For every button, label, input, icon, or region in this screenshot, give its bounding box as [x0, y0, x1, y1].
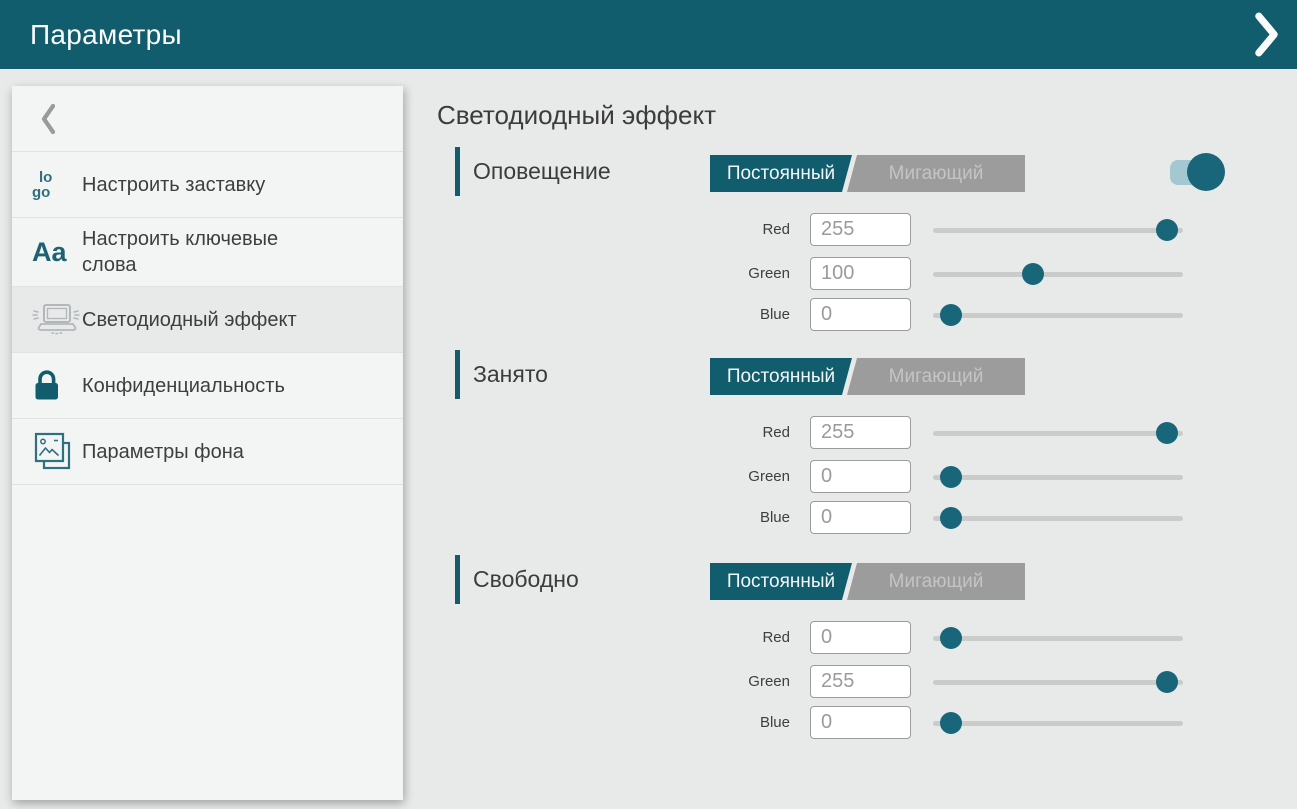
channel-value-input[interactable]	[810, 213, 911, 246]
sidebar-item-label: Настроить заставку	[82, 172, 265, 198]
sidebar-back-button[interactable]	[12, 86, 403, 152]
channel-row: Blue	[437, 501, 1217, 535]
channel-label: Green	[657, 665, 790, 699]
slider-track[interactable]	[933, 721, 1183, 726]
mode-option-blinking[interactable]: Мигающий	[847, 155, 1025, 192]
channel-value-input[interactable]	[810, 665, 911, 698]
led-icon	[32, 302, 82, 338]
channel-row: Blue	[437, 706, 1217, 740]
channel-label: Red	[657, 213, 790, 247]
channel-value-input[interactable]	[810, 416, 911, 449]
slider-thumb[interactable]	[1022, 263, 1044, 285]
header: Параметры	[0, 0, 1297, 69]
section-title: Оповещение	[473, 147, 611, 196]
keywords-icon: Aa	[32, 239, 82, 266]
channel-value-input[interactable]	[810, 298, 911, 331]
channel-row: Red	[437, 213, 1217, 247]
channel-slider[interactable]	[933, 665, 1183, 699]
mode-option-blinking[interactable]: Мигающий	[847, 563, 1025, 600]
slider-track[interactable]	[933, 228, 1183, 233]
led-section: Оповещение Постоянный Мигающий Red Green…	[437, 147, 1297, 347]
toggle-knob	[1187, 153, 1225, 191]
mode-option-constant[interactable]: Постоянный	[710, 563, 852, 600]
channel-value-input[interactable]	[810, 706, 911, 739]
sidebar-item-logo[interactable]: lo go Настроить заставку	[12, 152, 403, 218]
slider-track[interactable]	[933, 475, 1183, 480]
chevron-right-icon[interactable]	[1252, 11, 1282, 58]
slider-thumb[interactable]	[1156, 219, 1178, 241]
mode-option-blinking[interactable]: Мигающий	[847, 358, 1025, 395]
slider-thumb[interactable]	[940, 466, 962, 488]
section-accent-bar	[455, 147, 460, 196]
mode-option-constant[interactable]: Постоянный	[710, 155, 852, 192]
sidebar-item-label: Светодиодный эффект	[82, 307, 297, 333]
sidebar-item-led[interactable]: Светодиодный эффект	[12, 287, 403, 353]
led-section: Свободно Постоянный Мигающий Red Green B…	[437, 555, 1297, 755]
channel-slider[interactable]	[933, 501, 1183, 535]
main-content: Светодиодный эффект Оповещение Постоянны…	[437, 69, 1297, 809]
channel-row: Blue	[437, 298, 1217, 332]
logo-icon: lo go	[32, 170, 82, 200]
sidebar-item-label: Параметры фона	[82, 439, 244, 465]
sidebar-item-keywords[interactable]: Aa Настроить ключевые слова	[12, 218, 403, 287]
sidebar-item-lock[interactable]: Конфиденциальность	[12, 353, 403, 419]
slider-thumb[interactable]	[940, 627, 962, 649]
channel-row: Red	[437, 416, 1217, 450]
channel-label: Blue	[657, 501, 790, 535]
background-icon	[32, 432, 82, 472]
mode-segmented-control: Постоянный Мигающий	[710, 155, 1025, 192]
main-heading: Светодиодный эффект	[437, 100, 716, 131]
channel-row: Green	[437, 460, 1217, 494]
slider-thumb[interactable]	[940, 507, 962, 529]
channel-label: Blue	[657, 706, 790, 740]
channel-value-input[interactable]	[810, 257, 911, 290]
channel-label: Red	[657, 621, 790, 655]
sidebar: lo go Настроить заставку Aa Настроить кл…	[12, 86, 403, 800]
channel-value-input[interactable]	[810, 460, 911, 493]
channel-row: Green	[437, 257, 1217, 291]
slider-thumb[interactable]	[1156, 422, 1178, 444]
channel-slider[interactable]	[933, 706, 1183, 740]
channel-slider[interactable]	[933, 460, 1183, 494]
slider-track[interactable]	[933, 516, 1183, 521]
section-accent-bar	[455, 555, 460, 604]
channel-label: Blue	[657, 298, 790, 332]
channel-label: Green	[657, 257, 790, 291]
section-accent-bar	[455, 350, 460, 399]
slider-track[interactable]	[933, 636, 1183, 641]
section-toggle[interactable]	[1170, 152, 1226, 192]
sidebar-item-background[interactable]: Параметры фона	[12, 419, 403, 485]
channel-slider[interactable]	[933, 621, 1183, 655]
page-title: Параметры	[30, 19, 182, 51]
channel-value-input[interactable]	[810, 621, 911, 654]
led-section: Занято Постоянный Мигающий Red Green Blu…	[437, 350, 1297, 550]
sidebar-item-label: Настроить ключевые слова	[82, 226, 334, 278]
slider-thumb[interactable]	[1156, 671, 1178, 693]
mode-option-constant[interactable]: Постоянный	[710, 358, 852, 395]
channel-slider[interactable]	[933, 298, 1183, 332]
channel-row: Green	[437, 665, 1217, 699]
channel-label: Green	[657, 460, 790, 494]
lock-icon	[32, 369, 82, 402]
channel-slider[interactable]	[933, 257, 1183, 291]
section-title: Занято	[473, 350, 548, 399]
slider-thumb[interactable]	[940, 712, 962, 734]
sidebar-menu: lo go Настроить заставку Aa Настроить кл…	[12, 152, 403, 485]
chevron-left-icon	[39, 102, 57, 136]
channel-label: Red	[657, 416, 790, 450]
slider-track[interactable]	[933, 313, 1183, 318]
slider-track[interactable]	[933, 431, 1183, 436]
channel-slider[interactable]	[933, 213, 1183, 247]
channel-row: Red	[437, 621, 1217, 655]
mode-segmented-control: Постоянный Мигающий	[710, 563, 1025, 600]
mode-segmented-control: Постоянный Мигающий	[710, 358, 1025, 395]
slider-thumb[interactable]	[940, 304, 962, 326]
channel-value-input[interactable]	[810, 501, 911, 534]
sidebar-item-label: Конфиденциальность	[82, 373, 285, 399]
slider-track[interactable]	[933, 272, 1183, 277]
channel-slider[interactable]	[933, 416, 1183, 450]
slider-track[interactable]	[933, 680, 1183, 685]
section-title: Свободно	[473, 555, 579, 604]
